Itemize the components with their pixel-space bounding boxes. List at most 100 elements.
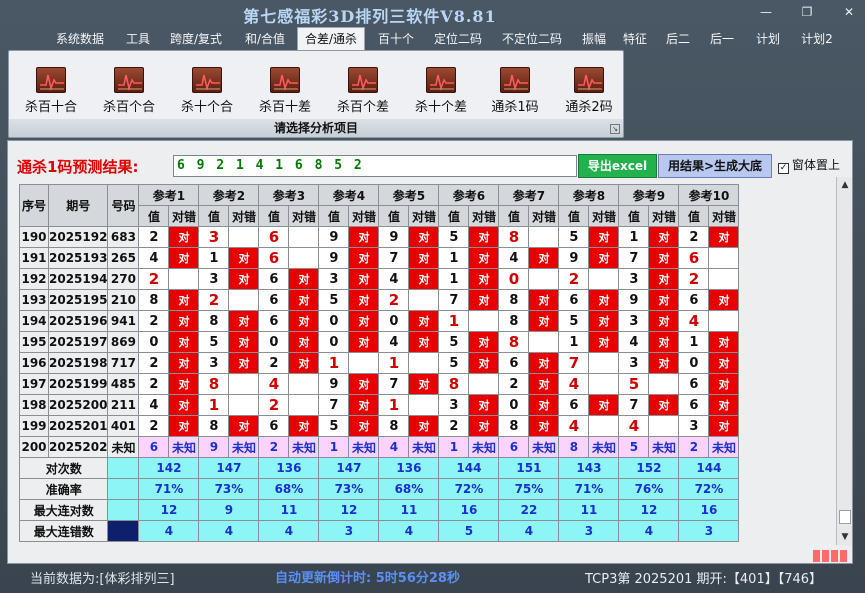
table-row[interactable]: 191 2025193 265 4 对 1 对 6 9 对 7 对 1 对 4 对 9 对 7 对 6 (19, 247, 740, 269)
row-number: 941 (107, 310, 140, 332)
ref-value-cell: 2 (138, 268, 170, 290)
hit-cell: 对 (468, 226, 500, 248)
hit-cell: 对 (708, 226, 740, 248)
menu-item-8[interactable]: 振幅 (576, 29, 612, 49)
menu-item-9[interactable]: 特征 (617, 29, 653, 49)
table-row[interactable]: 196 2025198 717 2 对 3 对 2 对 1 1 5 对 6 对 7 3 对 0 对 (19, 352, 740, 374)
menu-item-6[interactable]: 定位二码 (426, 29, 490, 49)
stats-value: 3 (318, 520, 380, 542)
stats-value: 71% (558, 478, 620, 500)
export-excel-button[interactable]: 导出excel (578, 154, 657, 178)
row-number: 683 (107, 226, 140, 248)
menu-item-1[interactable]: 工具 (120, 29, 156, 49)
prediction-table: 序号 期号 号码 参考1 参考2 参考3 参考4 参考5 参考6 参考7 参考8 参考9 参考10 值对错… (18, 184, 740, 542)
row-period: 2025195 (47, 289, 109, 311)
row-period: 2025202 (47, 436, 109, 458)
ribbon-kill-all-2-button[interactable]: 通杀2码 (550, 65, 628, 117)
ribbon-kill-ten-unit-diff-button[interactable]: 杀十个差 (402, 65, 480, 117)
generate-base-button[interactable]: 用结果>生成大底 (658, 154, 772, 178)
hit-cell: 对 (348, 247, 380, 269)
ref-value-cell: 0 (678, 352, 710, 374)
scroll-down-icon[interactable]: ▼ (837, 529, 853, 545)
ref-value-cell: 1 (438, 310, 470, 332)
menu-item-3[interactable]: 和/合值 (236, 29, 294, 49)
minimize-button[interactable]: — (755, 4, 777, 20)
table-row[interactable]: 192 2025194 270 2 3 对 6 对 3 对 4 对 1 对 0 2 3 对 2 (19, 268, 740, 290)
ribbon-launcher-icon[interactable]: ↘ (610, 124, 620, 134)
predicted-value-cell: 8 (558, 436, 590, 458)
hit-cell: 对 (408, 373, 440, 395)
stats-value: 3 (558, 520, 620, 542)
ribbon-kill-hundred-ten-diff-button[interactable]: 杀百十差 (246, 65, 324, 117)
menu-item-2[interactable]: 跨度/复式 (162, 29, 230, 49)
ribbon-kill-all-1-button[interactable]: 通杀1码 (476, 65, 554, 117)
ref-value-cell: 6 (258, 268, 290, 290)
miss-cell (588, 268, 620, 290)
window-topmost-checkbox[interactable]: ✓ 窗体置上 (778, 156, 840, 174)
menu-bar: 系统数据 工具 跨度/复式 和/合值 合差/通杀 百十个 定位二码 不定位二码 振幅 特征 后二 后一… (0, 26, 865, 50)
ref-value-cell: 7 (438, 289, 470, 311)
ref-value-cell: 7 (558, 352, 590, 374)
ref-value-cell: 1 (198, 394, 230, 416)
menu-item-5[interactable]: 百十个 (371, 29, 421, 49)
ribbon-kill-ten-unit-sum-button[interactable]: 杀十个合 (168, 65, 246, 117)
ribbon-kill-hundred-ten-sum-button[interactable]: 杀百十合 (12, 65, 90, 117)
hit-cell: 对 (708, 352, 740, 374)
ref-value-cell: 0 (318, 331, 350, 353)
hit-cell: 对 (168, 289, 200, 311)
row-period: 2025193 (47, 247, 109, 269)
ref-value-cell: 2 (198, 289, 230, 311)
menu-item-12[interactable]: 计划 (748, 29, 788, 49)
vertical-scrollbar[interactable]: ▲ ▼ (836, 177, 852, 545)
table-row[interactable]: 199 2025201 401 2 对 8 对 6 对 5 对 8 对 2 对 8 对 4 4 3 对 (19, 415, 740, 437)
table-row[interactable]: 198 2025200 211 4 对 1 2 7 对 1 3 对 0 对 6 对 7 对 6 对 (19, 394, 740, 416)
miss-cell (528, 226, 560, 248)
table-row[interactable]: 195 2025197 869 0 对 5 对 0 对 0 对 4 对 5 对 8 1 对 4 对 1 对 (19, 331, 740, 353)
row-number: 211 (107, 394, 140, 416)
hit-cell: 对 (348, 310, 380, 332)
ribbon-kill-hundred-unit-sum-button[interactable]: 杀百个合 (90, 65, 168, 117)
scroll-up-icon[interactable]: ▲ (837, 177, 853, 193)
ref-value-cell: 6 (558, 394, 590, 416)
scroll-thumb[interactable] (839, 510, 851, 524)
table-row-next-period[interactable]: 200 2025202 未知 6 未知 9 未知 2 未知 1 未知 4 未知 1 未知 6 未知 8 未知 5 未知 2… (19, 436, 740, 458)
ribbon-kill-hundred-unit-diff-button[interactable]: 杀百个差 (324, 65, 402, 117)
chart-icon (36, 67, 66, 93)
hit-cell: 对 (288, 310, 320, 332)
menu-item-4[interactable]: 合差/通杀 (297, 27, 365, 50)
menu-item-10[interactable]: 后二 (660, 29, 696, 49)
col-header-ref-9: 参考9 (618, 184, 680, 206)
chart-icon (348, 67, 378, 93)
hit-cell: 对 (228, 415, 260, 437)
table-row[interactable]: 194 2025196 941 2 对 8 对 6 对 0 对 0 对 1 8 对 5 对 3 对 4 (19, 310, 740, 332)
miss-cell (288, 226, 320, 248)
col-header-value: 值 (198, 205, 230, 227)
menu-item-13[interactable]: 计划2 (794, 29, 840, 49)
col-header-ref-6: 参考6 (438, 184, 500, 206)
menu-item-7[interactable]: 不定位二码 (494, 29, 570, 49)
ref-value-cell: 3 (198, 268, 230, 290)
maximize-button[interactable]: ❐ (796, 4, 818, 20)
row-index: 197 (19, 373, 49, 395)
menu-item-11[interactable]: 后一 (702, 29, 742, 49)
predicted-value-cell: 1 (438, 436, 470, 458)
hit-cell: 对 (288, 352, 320, 374)
table-row[interactable]: 190 2025192 683 2 对 3 6 9 对 9 对 5 对 8 5 对 1 对 2 对 (19, 226, 740, 248)
row-index: 190 (19, 226, 49, 248)
hit-cell: 对 (648, 289, 680, 311)
ref-value-cell: 5 (318, 289, 350, 311)
miss-cell (168, 268, 200, 290)
ribbon-footer-label: 请选择分析项目 (9, 119, 623, 137)
unknown-cell: 未知 (468, 436, 500, 458)
prediction-result-field[interactable]: 6 9 2 1 4 1 6 8 5 2 (173, 155, 577, 177)
close-button[interactable]: ✕ (838, 4, 860, 20)
ref-value-cell: 2 (138, 415, 170, 437)
row-number: 270 (107, 268, 140, 290)
table-row[interactable]: 193 2025195 210 8 对 2 6 对 5 对 2 7 对 8 对 6 对 9 对 6 对 (19, 289, 740, 311)
ref-value-cell: 9 (318, 373, 350, 395)
hit-cell: 对 (168, 247, 200, 269)
hit-cell: 对 (408, 268, 440, 290)
hit-cell: 对 (168, 394, 200, 416)
table-row[interactable]: 197 2025199 485 2 对 8 4 9 对 7 对 8 2 对 4 5 6 对 (19, 373, 740, 395)
menu-item-0[interactable]: 系统数据 (44, 29, 116, 49)
